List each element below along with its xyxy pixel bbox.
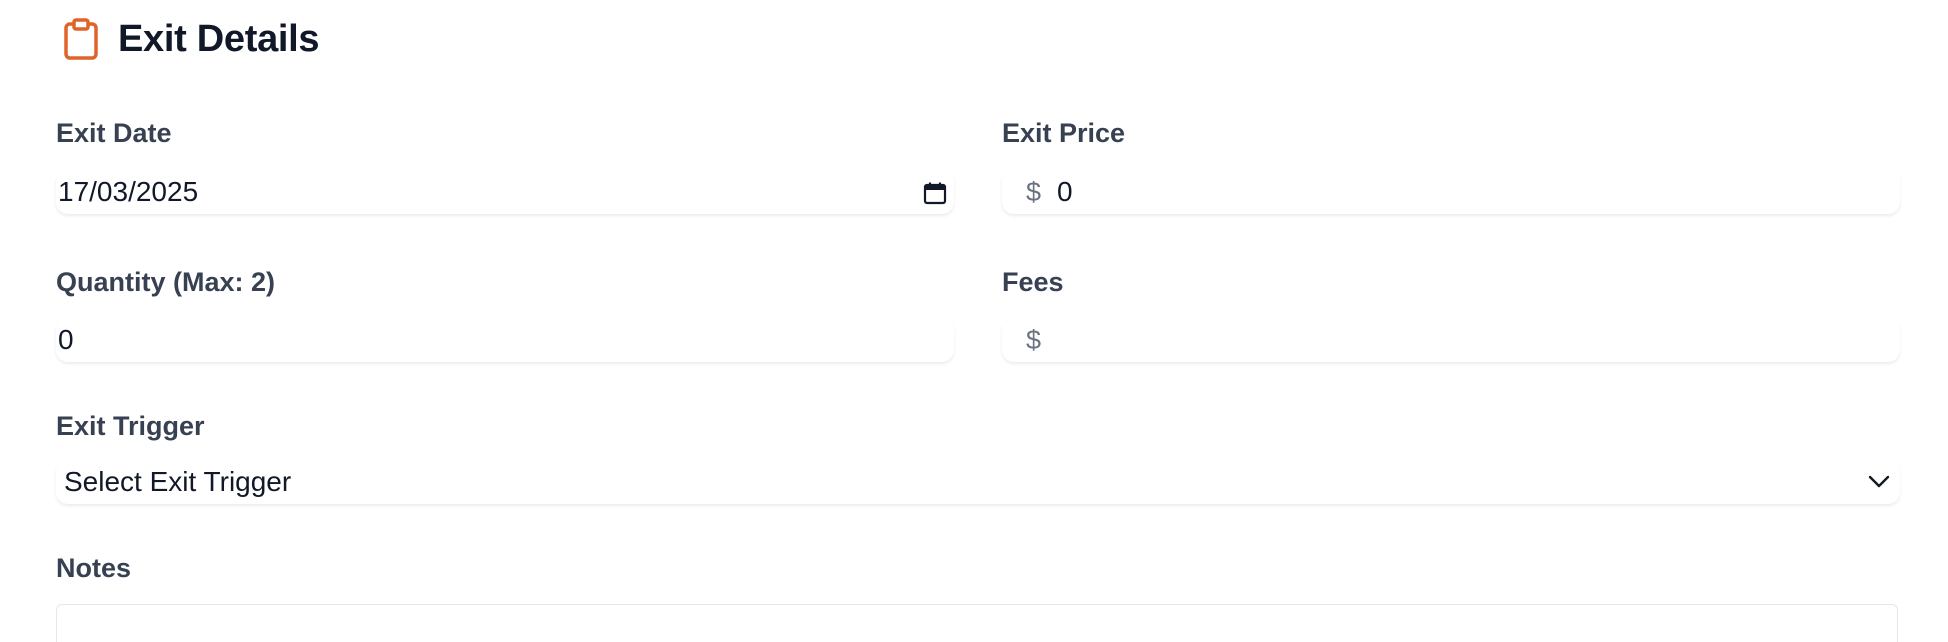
- calendar-icon[interactable]: [920, 178, 950, 208]
- clipboard-icon: [60, 16, 102, 62]
- currency-prefix: $: [1026, 176, 1042, 207]
- currency-prefix: $: [1026, 324, 1042, 355]
- exit-price-label: Exit Price: [1002, 118, 1126, 148]
- exit-details-form: Exit Details Exit Date 17/03/2025 Exit P…: [0, 0, 1948, 642]
- quantity-label: Quantity (Max: 2): [56, 267, 276, 297]
- chevron-down-icon: [1864, 468, 1894, 496]
- notes-label: Notes: [56, 553, 132, 583]
- exit-date-value: 17/03/2025: [58, 176, 199, 207]
- exit-trigger-select[interactable]: Select Exit Trigger: [56, 460, 1900, 504]
- exit-date-label: Exit Date: [56, 118, 172, 148]
- notes-textarea[interactable]: [56, 604, 1898, 642]
- exit-date-input[interactable]: 17/03/2025: [56, 170, 954, 214]
- section-header: Exit Details: [60, 12, 320, 66]
- exit-price-input[interactable]: $ 0: [1002, 170, 1900, 214]
- quantity-value: 0: [58, 324, 74, 355]
- exit-trigger-value: Select Exit Trigger: [64, 466, 292, 497]
- exit-trigger-label: Exit Trigger: [56, 411, 205, 441]
- page-title: Exit Details: [118, 17, 320, 60]
- quantity-input[interactable]: 0: [56, 318, 954, 362]
- fees-label: Fees: [1002, 267, 1064, 297]
- fees-input[interactable]: $: [1002, 318, 1900, 362]
- exit-price-value: 0: [1057, 176, 1073, 207]
